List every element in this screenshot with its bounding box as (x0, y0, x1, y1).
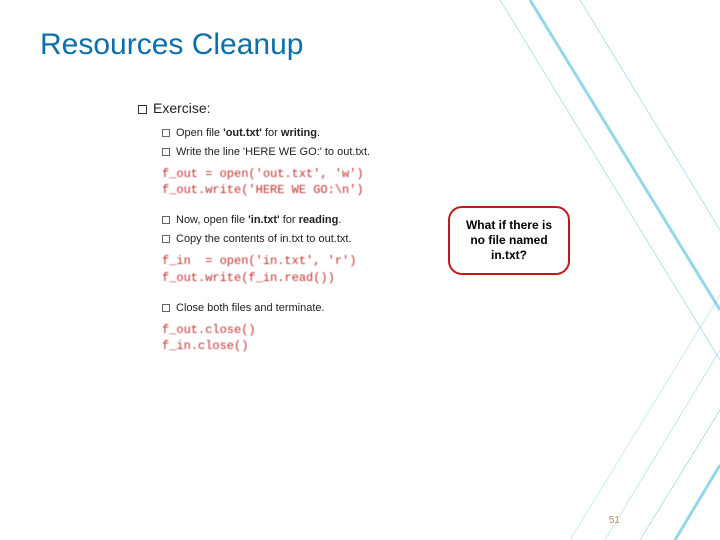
step-a: Open file 'out.txt' for writing. (162, 125, 680, 142)
step-group-2: Now, open file 'in.txt' for reading. Cop… (162, 212, 680, 247)
code-block-2: f_in = open('in.txt', 'r') f_out.write(f… (162, 253, 680, 285)
exercise-label: Exercise: (153, 100, 211, 116)
bullet-icon (162, 216, 170, 224)
exercise-heading: Exercise: (138, 98, 680, 119)
bullet-icon (162, 148, 170, 156)
step-e: Close both files and terminate. (162, 300, 680, 317)
slide-title: Resources Cleanup (40, 28, 680, 62)
bullet-icon (162, 235, 170, 243)
slide: Resources Cleanup Exercise: Open file 'o… (0, 0, 720, 540)
bullet-icon (162, 304, 170, 312)
step-c: Now, open file 'in.txt' for reading. (162, 212, 680, 229)
bullet-icon (138, 105, 147, 114)
page-number: 51 (609, 515, 620, 526)
bullet-icon (162, 129, 170, 137)
step-d: Copy the contents of in.txt to out.txt. (162, 231, 680, 248)
code-block-1: f_out = open('out.txt', 'w') f_out.write… (162, 166, 680, 198)
slide-body: Exercise: Open file 'out.txt' for writin… (138, 98, 680, 355)
step-group-3: Close both files and terminate. (162, 300, 680, 317)
code-block-3: f_out.close() f_in.close() (162, 322, 680, 354)
step-b: Write the line 'HERE WE GO:' to out.txt. (162, 144, 680, 161)
step-group-1: Open file 'out.txt' for writing. Write t… (162, 125, 680, 160)
callout-box: What if there is no file named in.txt? (448, 206, 570, 275)
step-group-2-row: Now, open file 'in.txt' for reading. Cop… (138, 212, 680, 285)
